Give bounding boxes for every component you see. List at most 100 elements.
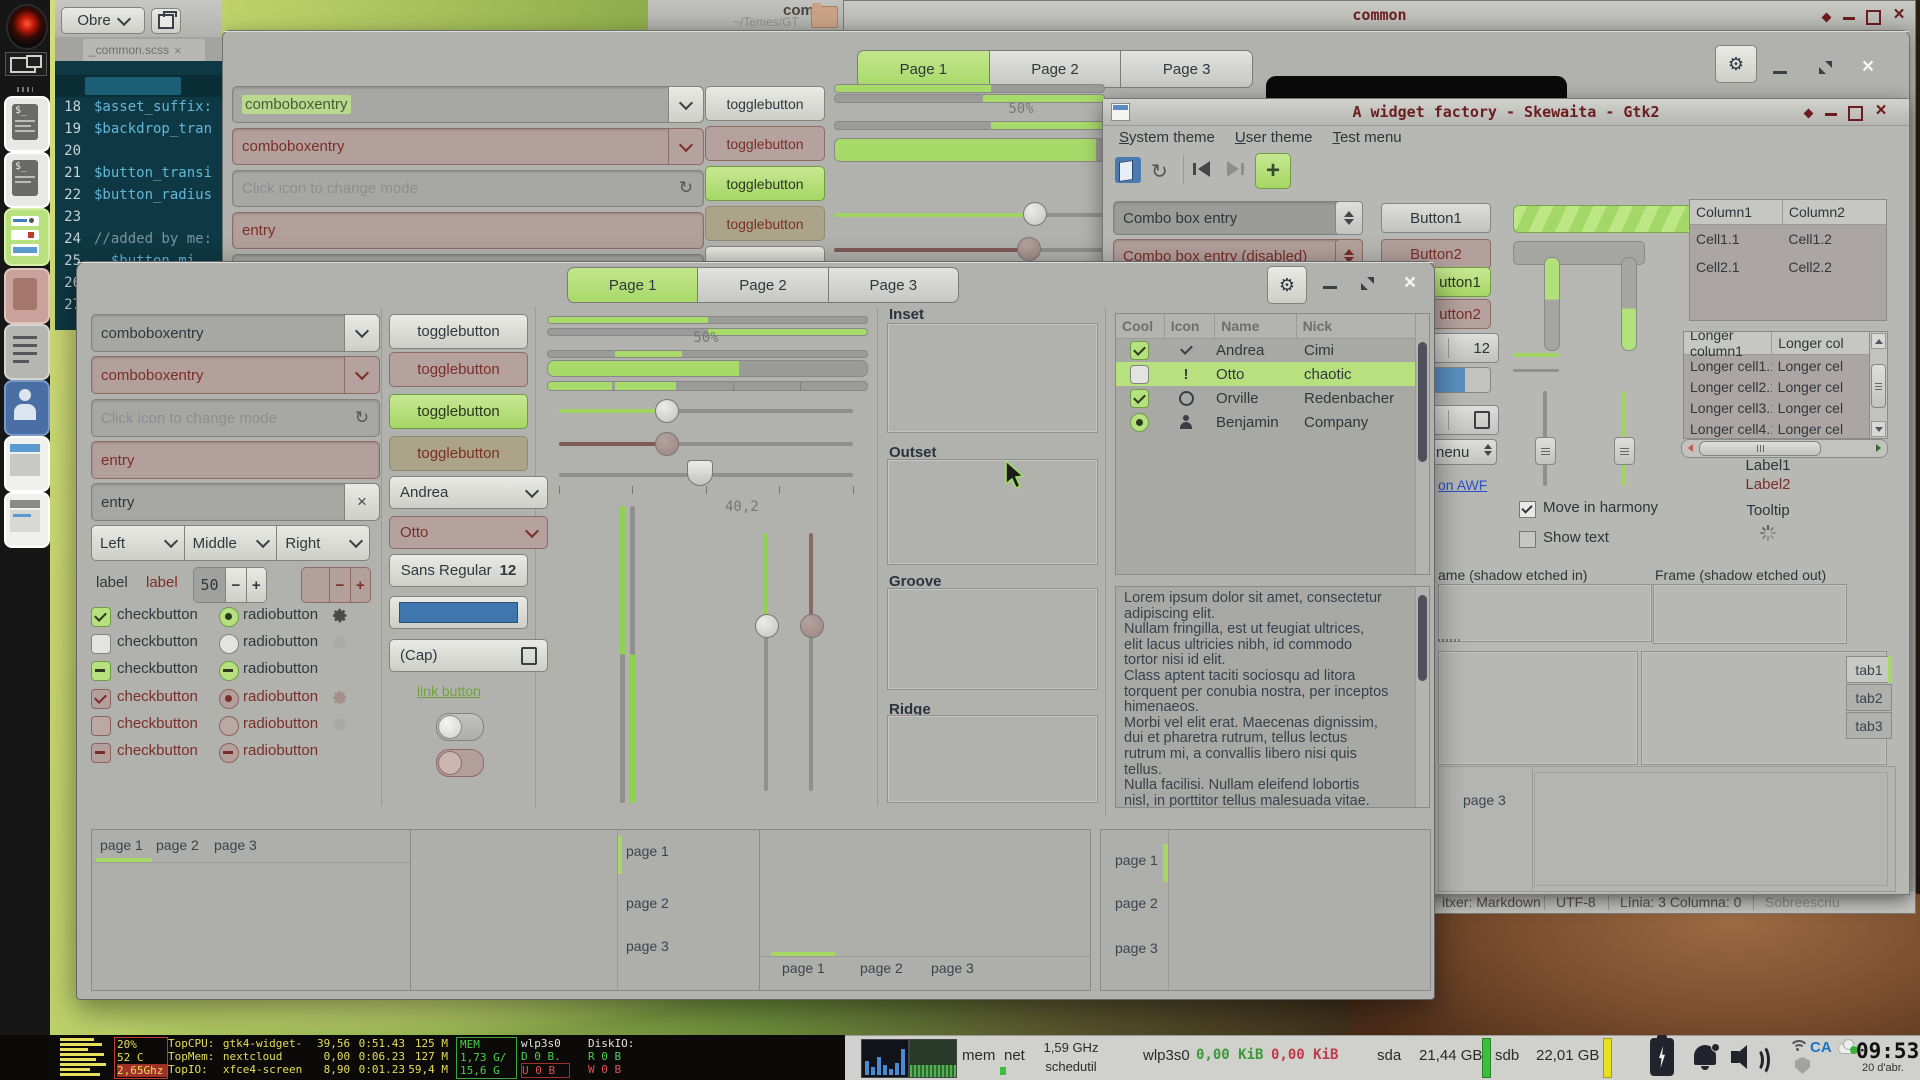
front-entry-clear[interactable]: entry ×	[91, 483, 380, 521]
table-row[interactable]: Longer cell4.1Longer cel	[1684, 418, 1870, 439]
back-minimize-button[interactable]	[1773, 71, 1787, 74]
dock-window-app-icon-2[interactable]	[4, 492, 50, 548]
back-maximize-button[interactable]	[1819, 61, 1832, 74]
row-radio[interactable]	[1130, 413, 1149, 432]
common-minimize-button[interactable]	[1843, 17, 1855, 20]
color-button[interactable]	[389, 596, 528, 629]
row-checkbox[interactable]	[1130, 389, 1149, 408]
go-first-icon[interactable]	[1193, 161, 1213, 177]
gtk2-minimize-button[interactable]	[1825, 113, 1837, 116]
clock[interactable]: 09:53	[1856, 1039, 1919, 1063]
lorem-textview[interactable]: Lorem ipsum dolor sit amet, consectetura…	[1115, 586, 1430, 808]
checkbutton-3[interactable]	[91, 661, 111, 681]
table-row[interactable]: Cell1.1Cell1.2	[1690, 225, 1886, 253]
dock-script-icon-2[interactable]: $_	[4, 152, 50, 208]
togglebutton-4[interactable]: togglebutton	[389, 436, 528, 471]
front-page-tab-2[interactable]: Page 2	[698, 267, 828, 303]
front-gear-button[interactable]: ⚙	[1267, 266, 1307, 304]
radiobutton-1[interactable]	[219, 607, 239, 627]
table-header-cell[interactable]: Column2	[1783, 200, 1886, 224]
treeview-row[interactable]: OrvilleRedenbacher	[1116, 386, 1416, 410]
gtk2-close-button[interactable]: ×	[1873, 102, 1889, 120]
gtk2-table-2-hscrollbar[interactable]	[1681, 439, 1888, 458]
common-maximize-button[interactable]	[1866, 10, 1881, 25]
tab-close-icon[interactable]: ×	[174, 43, 182, 58]
filemanager-titlebar[interactable]: com ~/Temes/GT	[648, 0, 843, 30]
gtk2-menu-2[interactable]: User theme	[1227, 127, 1321, 148]
gtk2-menu-1[interactable]: System theme	[1111, 127, 1223, 148]
dropdown-left[interactable]: Left	[91, 525, 185, 561]
open-button[interactable]: Obre	[61, 7, 145, 34]
row-checkbox[interactable]	[1130, 365, 1149, 384]
treeview-header-name[interactable]: Name	[1215, 314, 1296, 338]
code-line[interactable]: 18$asset_suffix:	[55, 99, 222, 121]
checkbutton-4[interactable]	[91, 689, 111, 709]
code-line[interactable]: 23	[55, 209, 222, 231]
dock-list-app-icon[interactable]	[4, 324, 50, 380]
table-row[interactable]: Longer cell1.1Longer cel	[1684, 355, 1870, 376]
nb-tab-3[interactable]: page 3	[626, 938, 669, 954]
code-line[interactable]: 22$button_radius	[55, 187, 222, 209]
treeview-row[interactable]: !Ottochaotic	[1116, 362, 1416, 386]
treeview-row[interactable]: AndreaCimi	[1116, 338, 1416, 362]
front-maximize-button[interactable]	[1361, 277, 1374, 290]
front-spinbutton[interactable]: 50 − +	[193, 567, 267, 603]
radiobutton-4[interactable]	[219, 689, 239, 709]
front-page-tab-3[interactable]: Page 3	[829, 267, 959, 303]
refresh-icon[interactable]: ↻	[355, 408, 369, 428]
treeview-header-cool[interactable]: Cool	[1116, 314, 1165, 338]
gtk2-combo-spinner[interactable]	[1335, 201, 1363, 235]
common-menu-button[interactable]	[1821, 12, 1831, 22]
front-close-button[interactable]: ×	[1401, 273, 1419, 293]
switch-off[interactable]	[436, 713, 484, 741]
nb-tab-2[interactable]: page 2	[860, 960, 903, 976]
gtk2-button1[interactable]: Button1	[1381, 203, 1491, 233]
spin-minus-button[interactable]: −	[225, 568, 245, 602]
back-gear-button[interactable]: ⚙	[1715, 45, 1757, 83]
dropdown-chevron-icon[interactable]	[668, 87, 703, 122]
refresh-icon[interactable]: ↻	[679, 178, 693, 198]
gtk2-paper-size-button-fragment[interactable]	[1429, 405, 1499, 435]
checkbutton-2[interactable]	[91, 634, 111, 654]
back-comboboxentry-1[interactable]: comboboxentry	[232, 86, 704, 123]
nb-tab-3[interactable]: page 3	[214, 837, 257, 853]
front-name-dropdown[interactable]: Andrea	[389, 476, 548, 509]
cloud-sync-icon[interactable]	[1838, 1039, 1858, 1052]
common-close-button[interactable]: ×	[1891, 6, 1907, 24]
back-togglebutton-2[interactable]: togglebutton	[705, 126, 825, 161]
radiobutton-3[interactable]	[219, 661, 239, 681]
front-minimize-button[interactable]	[1323, 286, 1337, 289]
front-comboboxentry-1[interactable]: comboboxentry	[91, 314, 380, 352]
code-line[interactable]: 21$button_transi	[55, 165, 222, 187]
table-row[interactable]: Longer cell2.1Longer cel	[1684, 376, 1870, 397]
back-page-tab-3[interactable]: Page 3	[1121, 50, 1253, 88]
battery-icon[interactable]	[1650, 1038, 1674, 1076]
treeview-row[interactable]: BenjaminCompany	[1116, 410, 1416, 434]
dropdown-right[interactable]: Right	[277, 525, 370, 561]
add-button[interactable]: +	[1255, 153, 1291, 189]
togglebutton-2[interactable]: togglebutton	[389, 352, 528, 387]
link-button[interactable]: link button	[417, 683, 481, 699]
volume-icon[interactable]	[1731, 1044, 1765, 1070]
gtk2-awf-link[interactable]: on AWF	[1438, 477, 1487, 493]
table-row[interactable]: Longer cell3.1Longer cel	[1684, 397, 1870, 418]
gtk2-combo-entry[interactable]: Combo box entry	[1113, 201, 1346, 235]
back-page-tab-1[interactable]: Page 1	[857, 50, 990, 88]
front-page-tab-1[interactable]: Page 1	[567, 267, 698, 303]
gear-icon[interactable]	[333, 635, 348, 654]
table-row[interactable]: Cell2.1Cell2.2	[1690, 253, 1886, 281]
window-stack-icon[interactable]	[5, 52, 47, 76]
code-line[interactable]: 20	[55, 143, 222, 165]
nb-tab-2[interactable]: page 2	[626, 895, 669, 911]
back-togglebutton-1[interactable]: togglebutton	[705, 86, 825, 121]
togglebutton-3[interactable]: togglebutton	[389, 394, 528, 429]
gtk2-menu-button[interactable]	[1803, 108, 1813, 118]
code-line[interactable]: 19$backdrop_tran	[55, 121, 222, 143]
new-window-button[interactable]	[151, 8, 181, 34]
open-file-icon[interactable]	[1115, 157, 1141, 183]
back-page-tab-2[interactable]: Page 2	[990, 50, 1122, 88]
spin-plus-button[interactable]: +	[246, 568, 266, 602]
dock-pink-app-icon[interactable]	[4, 268, 50, 324]
gtk2-right-tab-3[interactable]: tab3	[1846, 712, 1892, 739]
gtk2-maximize-button[interactable]	[1848, 106, 1863, 121]
